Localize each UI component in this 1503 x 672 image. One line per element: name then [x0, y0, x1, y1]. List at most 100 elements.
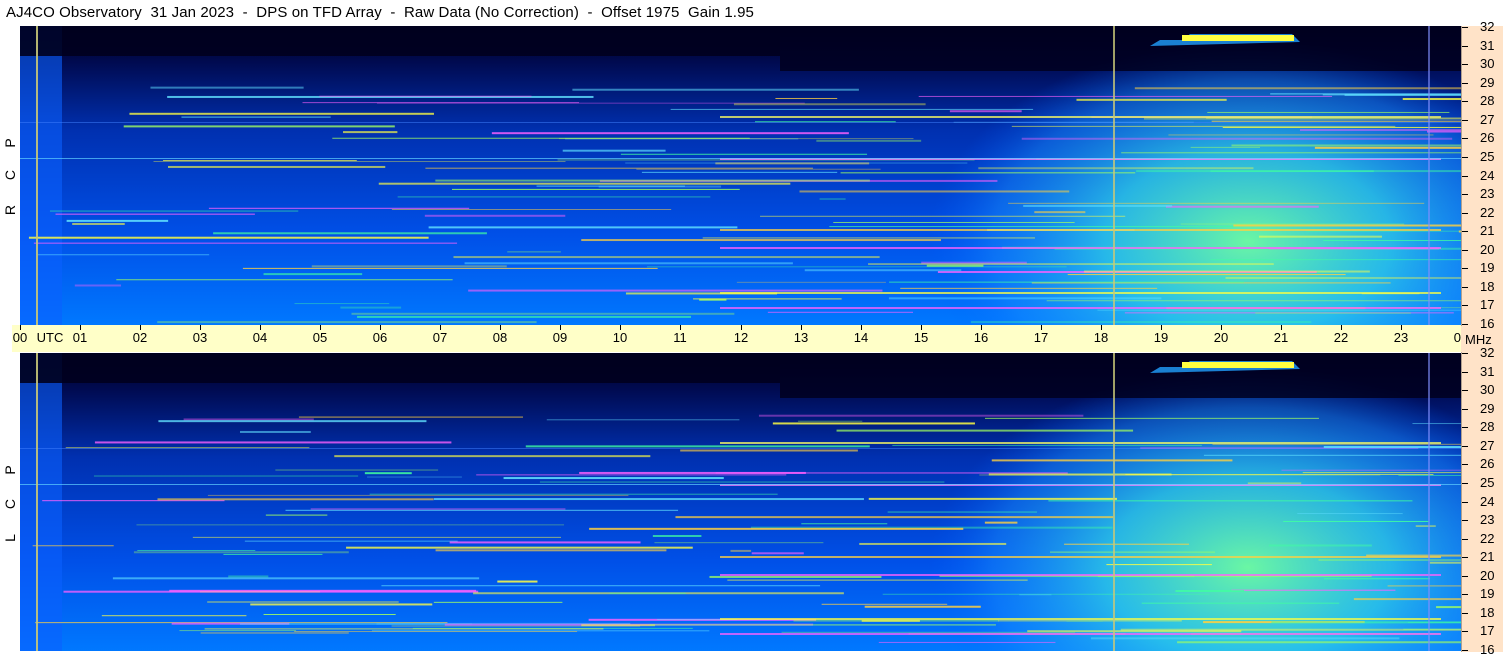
rcp-mhz-label: 24 — [1480, 168, 1495, 183]
rcp-mhz-tick — [1462, 46, 1468, 47]
lcp-mhz-label: 25 — [1480, 475, 1495, 490]
utc-hour-label: 07 — [432, 330, 448, 345]
lcp-mhz-tick — [1462, 353, 1468, 354]
lcp-mhz-label: 22 — [1480, 531, 1495, 546]
rcp-spectrogram-image — [20, 26, 1461, 325]
rcp-mhz-tick — [1462, 83, 1468, 84]
utc-hour-label: 22 — [1333, 330, 1349, 345]
lcp-mhz-tick — [1462, 520, 1468, 521]
lcp-mhz-tick — [1462, 502, 1468, 503]
utc-unit-label: UTC — [36, 330, 64, 345]
rcp-mhz-label: 32 — [1480, 19, 1495, 34]
utc-hour-label: 15 — [913, 330, 929, 345]
lcp-spectrogram-image — [20, 353, 1461, 651]
utc-hour-label: 18 — [1093, 330, 1109, 345]
lcp-mhz-label: 20 — [1480, 568, 1495, 583]
lcp-mhz-label: 27 — [1480, 438, 1495, 453]
rcp-mhz-label: 23 — [1480, 186, 1495, 201]
rcp-mhz-label: 30 — [1480, 56, 1495, 71]
lcp-mhz-tick — [1462, 539, 1468, 540]
utc-hour-label: 11 — [673, 330, 687, 345]
utc-hour-label: 17 — [1033, 330, 1049, 345]
lcp-mhz-label: 30 — [1480, 382, 1495, 397]
lcp-mhz-label: 23 — [1480, 512, 1495, 527]
utc-hour-label: 09 — [552, 330, 568, 345]
rcp-label-letter-3: R — [2, 204, 18, 216]
lcp-label-letter-2: C — [2, 498, 18, 510]
utc-hour-label: 05 — [312, 330, 328, 345]
rcp-mhz-tick — [1462, 64, 1468, 65]
rcp-mhz-tick — [1462, 27, 1468, 28]
lcp-mhz-tick — [1462, 390, 1468, 391]
rcp-mhz-label: 20 — [1480, 242, 1495, 257]
rcp-mhz-tick — [1462, 250, 1468, 251]
rcp-label-letter-1: P — [2, 138, 18, 148]
rcp-mhz-label: 25 — [1480, 149, 1495, 164]
utc-hour-label: 20 — [1213, 330, 1229, 345]
rcp-mhz-tick — [1462, 231, 1468, 232]
rcp-mhz-tick — [1462, 287, 1468, 288]
rcp-mhz-tick — [1462, 305, 1468, 306]
rcp-mhz-tick — [1462, 324, 1468, 325]
rcp-mhz-label: 27 — [1480, 112, 1495, 127]
rcp-mhz-tick — [1462, 176, 1468, 177]
utc-hour-label: 23 — [1393, 330, 1409, 345]
lcp-mhz-tick — [1462, 650, 1468, 651]
lcp-mhz-tick — [1462, 557, 1468, 558]
rcp-mhz-tick — [1462, 138, 1468, 139]
lcp-frequency-scale: 32 31 30 29 28 27 26 25 24 23 22 21 20 19 18 17 16 — [1461, 346, 1503, 657]
lcp-mhz-tick — [1462, 446, 1468, 447]
rcp-mhz-label: 26 — [1480, 130, 1495, 145]
lcp-mhz-tick — [1462, 613, 1468, 614]
utc-hour-label: 13 — [793, 330, 809, 345]
utc-hour-label: 08 — [492, 330, 508, 345]
lcp-mhz-label: 28 — [1480, 419, 1495, 434]
lcp-mhz-label: 17 — [1480, 623, 1495, 638]
lcp-mhz-label: 32 — [1480, 345, 1495, 360]
lcp-mhz-tick — [1462, 372, 1468, 373]
lcp-mhz-tick — [1462, 464, 1468, 465]
rcp-mhz-label: 29 — [1480, 75, 1495, 90]
lcp-mhz-label: 19 — [1480, 586, 1495, 601]
lcp-mhz-label: 24 — [1480, 494, 1495, 509]
rcp-mhz-label: 21 — [1480, 223, 1495, 238]
utc-hour-label: 00 — [12, 330, 28, 345]
rcp-mhz-label: 18 — [1480, 279, 1495, 294]
lcp-label-letter-3: L — [2, 534, 18, 542]
lcp-mhz-tick — [1462, 427, 1468, 428]
page-title: AJ4CO Observatory 31 Jan 2023 - DPS on T… — [6, 4, 754, 21]
lcp-mhz-label: 31 — [1480, 364, 1495, 379]
lcp-mhz-tick — [1462, 576, 1468, 577]
rcp-spectrogram-panel[interactable] — [20, 26, 1461, 325]
lcp-mhz-label: 16 — [1480, 642, 1495, 657]
utc-hour-label: 01 — [72, 330, 88, 345]
rcp-mhz-tick — [1462, 194, 1468, 195]
rcp-mhz-label: 31 — [1480, 38, 1495, 53]
utc-hour-label: 19 — [1153, 330, 1169, 345]
lcp-mhz-tick — [1462, 631, 1468, 632]
utc-hour-label: 16 — [973, 330, 989, 345]
rcp-mhz-tick — [1462, 268, 1468, 269]
rcp-mhz-label: 19 — [1480, 260, 1495, 275]
rcp-mhz-label: 28 — [1480, 93, 1495, 108]
lcp-mhz-label: 29 — [1480, 401, 1495, 416]
utc-time-axis: 00 01 02 03 04 05 06 07 08 09 10 11 12 13 14 15 16 17 18 19… — [12, 325, 1468, 352]
utc-hour-label: 14 — [853, 330, 869, 345]
rcp-mhz-tick — [1462, 101, 1468, 102]
lcp-mhz-tick — [1462, 483, 1468, 484]
rcp-mhz-tick — [1462, 120, 1468, 121]
mhz-unit-label: MHz — [1465, 332, 1492, 347]
utc-hour-label: 21 — [1273, 330, 1289, 345]
rcp-mhz-label: 22 — [1480, 205, 1495, 220]
lcp-mhz-label: 21 — [1480, 549, 1495, 564]
rcp-label-letter-2: C — [2, 169, 18, 181]
rcp-frequency-scale: 32 31 30 29 28 27 26 25 24 23 22 21 20 19 18 17 16 — [1461, 20, 1503, 331]
lcp-mhz-label: 26 — [1480, 456, 1495, 471]
rcp-mhz-tick — [1462, 213, 1468, 214]
spectrogram-window: AJ4CO Observatory 31 Jan 2023 - DPS on T… — [0, 0, 1503, 672]
lcp-spectrogram-panel[interactable] — [20, 353, 1461, 651]
utc-hour-label: 12 — [733, 330, 749, 345]
lcp-mhz-label: 18 — [1480, 605, 1495, 620]
rcp-mhz-label: 16 — [1480, 316, 1495, 331]
lcp-label-letter-1: P — [2, 465, 18, 475]
